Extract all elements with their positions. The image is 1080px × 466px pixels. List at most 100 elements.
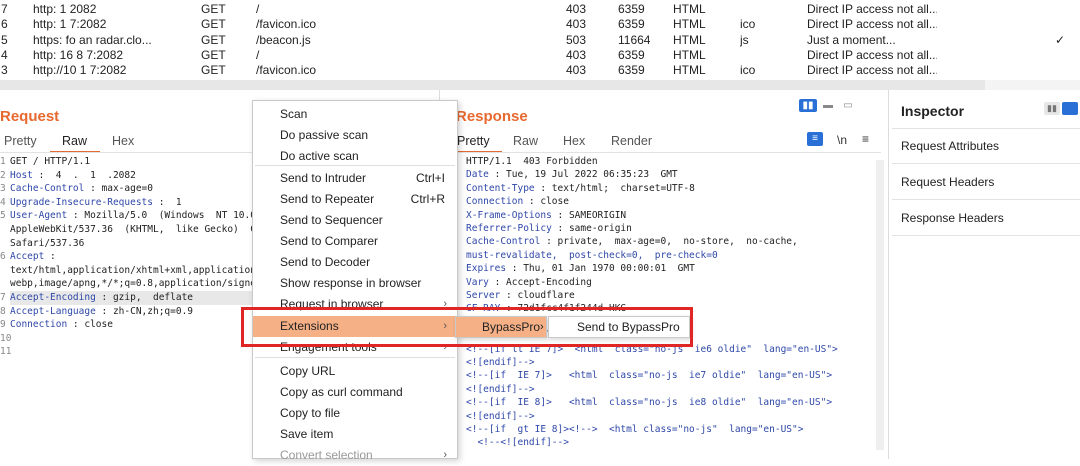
menu-item-send-to-repeater[interactable]: Send to Repeater Ctrl+R — [253, 189, 457, 210]
hamburger-menu-icon[interactable]: ≡ — [862, 132, 869, 146]
response-tab-render[interactable]: Render — [611, 134, 652, 148]
response-tab-hex[interactable]: Hex — [563, 134, 585, 148]
inspector-request-headers[interactable]: Request Headers — [892, 164, 1080, 200]
history-cell-method: GET — [201, 17, 226, 31]
request-header-key: Accept-Language — [10, 305, 96, 317]
request-header-key: Accept — [10, 251, 45, 263]
menu-item-save-item[interactable]: Save item — [253, 424, 457, 445]
response-editor[interactable]: HTTP/1.1 403 Forbidden Date : Tue, 19 Jul… — [441, 155, 876, 455]
response-line: HTTP/1.1 403 Forbidden — [466, 155, 598, 169]
inspector-response-headers[interactable]: Response Headers — [892, 200, 1080, 236]
menu-item-show-response-in-browser[interactable]: Show response in browser — [253, 273, 457, 294]
history-cell-method: GET — [201, 2, 226, 16]
request-tab-pretty[interactable]: Pretty — [4, 134, 37, 148]
request-header-key: Connection — [10, 319, 68, 331]
response-line: <![endif]--> — [466, 383, 535, 397]
inspector-title: Inspector — [901, 103, 965, 119]
menu-item-label: Copy URL — [280, 364, 336, 378]
response-line-value: : same-origin — [551, 223, 632, 234]
request-line-number: 8 — [0, 305, 6, 317]
response-header-key: Server — [466, 290, 501, 301]
menu-item-copy-url[interactable]: Copy URL — [253, 361, 457, 382]
response-header-key: Expires — [466, 263, 507, 275]
request-line-number: 4 — [0, 196, 6, 208]
history-row[interactable]: 4 http: 16 8 7:2082 GET / 403 6359 HTML Direct … — [0, 47, 1080, 63]
horizontal-layout-icon[interactable]: ▬ — [819, 99, 837, 112]
request-header-value: : close — [67, 319, 113, 331]
history-cell-num: 4 — [1, 48, 8, 62]
menu-item-scan[interactable]: Scan — [253, 104, 457, 125]
newline-toggle[interactable]: \n — [837, 133, 847, 147]
history-cell-title: Just a moment... — [807, 33, 896, 47]
layout-toggle: ▮▮ ▬ ▭ — [799, 99, 857, 112]
history-cell-mime: HTML — [673, 17, 706, 31]
menu-item-send-to-decoder[interactable]: Send to Decoder — [253, 252, 457, 273]
menu-item-copy-as-curl-command[interactable]: Copy as curl command — [253, 382, 457, 403]
single-layout-icon[interactable]: ▭ — [839, 99, 857, 112]
menu-separator — [255, 357, 455, 358]
response-header-key: Cache-Control — [466, 236, 541, 248]
menu-item-convert-selection[interactable]: Convert selection › — [253, 445, 457, 466]
menu-item-label: Copy as curl command — [280, 385, 403, 399]
request-header-value: : max-age=0 — [84, 183, 153, 195]
inspector-list-icon[interactable]: ▮▮ — [1044, 102, 1060, 115]
request-line-number: 1 — [0, 156, 6, 167]
wrap-lines-icon[interactable]: ≡ — [807, 132, 823, 146]
response-tab-pretty[interactable]: Pretty — [457, 134, 490, 148]
history-cell-url: https: fo an radar.clo... — [33, 33, 152, 47]
menu-item-label: Send to Repeater — [280, 192, 375, 206]
request-header-key: Host — [10, 169, 33, 181]
menu-item-copy-to-file[interactable]: Copy to file — [253, 403, 457, 424]
request-header-value: : 4 . 1 .2082 — [32, 169, 136, 181]
history-cell-method: GET — [201, 63, 226, 77]
request-tab-raw[interactable]: Raw — [62, 134, 87, 148]
split-layout-icon[interactable]: ▮▮ — [799, 99, 817, 112]
response-line-value: <!--[if IE 8]> <html class="no-js ie8 ol… — [466, 397, 833, 409]
request-header-value: : 1 — [153, 196, 182, 208]
history-cell-status: 403 — [566, 2, 587, 16]
menu-item-label: Do active scan — [280, 149, 359, 163]
history-row[interactable]: 7 http: 1 2082 GET / 403 6359 HTML Direct IP ac… — [0, 1, 1080, 17]
menu-item-send-to-intruder[interactable]: Send to Intruder Ctrl+I — [253, 168, 457, 189]
history-cell-ext: ico — [740, 17, 756, 31]
menu-item-send-to-sequencer[interactable]: Send to Sequencer — [253, 210, 457, 231]
history-cell-status: 403 — [566, 48, 587, 62]
history-row[interactable]: 6 http: 1 7:2082 GET/favicon.ico 403 6359 HTM… — [0, 16, 1080, 32]
inspector-panel-icon[interactable] — [1062, 102, 1078, 115]
history-cell-url: http: 1 7:2082 — [33, 17, 107, 31]
request-line-number: 6 — [0, 251, 6, 263]
request-line-number: 3 — [0, 183, 6, 195]
history-cell-path: / — [256, 2, 260, 16]
response-line: must-revalidate, post-check=0, pre-check… — [466, 249, 718, 263]
history-cell-mime: HTML — [673, 33, 706, 47]
request-header-value: GET / HTTP/1.1 — [10, 156, 91, 167]
response-line: Date : Tue, 19 Jul 2022 06:35:23 GMT — [466, 168, 678, 182]
response-line: X-Frame-Options : SAMEORIGIN — [466, 209, 626, 223]
history-cell-title: Direct IP access not all... — [807, 17, 937, 31]
request-panel-title: Request — [0, 108, 60, 125]
menu-item-label: Convert selection — [280, 448, 373, 462]
history-row[interactable]: 3 http://10 1 7:2082 GET/favicon.ico 403 635… — [0, 62, 1080, 78]
history-cell-path: / — [256, 48, 260, 62]
request-tab-hex[interactable]: Hex — [112, 134, 134, 148]
history-cell-length: 6359 — [618, 63, 645, 77]
response-vertical-scrollbar[interactable] — [876, 160, 884, 450]
menu-item-do-passive-scan[interactable]: Do passive scan — [253, 125, 457, 146]
request-line-number: 9 — [0, 319, 6, 331]
response-line-value: : Thu, 01 Jan 1970 00:00:01 GMT — [506, 263, 695, 275]
response-header-key: Content-Type — [466, 182, 535, 194]
menu-item-do-active-scan[interactable]: Do active scan — [253, 146, 457, 167]
response-line-value: : cloudflare — [500, 290, 575, 301]
response-tab-raw[interactable]: Raw — [513, 134, 538, 148]
response-line: Referrer-Policy : same-origin — [466, 222, 632, 236]
history-cell-url: http://10 1 7:2082 — [33, 63, 127, 77]
menu-item-label: Send to Sequencer — [280, 213, 383, 227]
context-menu: Scan Do passive scan Do active scan Send to… — [252, 100, 458, 462]
menu-item-send-to-comparer[interactable]: Send to Comparer — [253, 231, 457, 252]
response-line: <![endif]--> — [466, 410, 535, 424]
inspector-request-attributes[interactable]: Request Attributes — [892, 128, 1080, 164]
history-row[interactable]: 5 https: fo an radar.clo... GET/beacon.js 5… — [0, 32, 1080, 48]
response-line-value: <!--<![endif]--> — [466, 437, 569, 449]
request-line-number: 7 — [0, 292, 6, 303]
history-horizontal-scrollbar[interactable] — [0, 80, 985, 90]
